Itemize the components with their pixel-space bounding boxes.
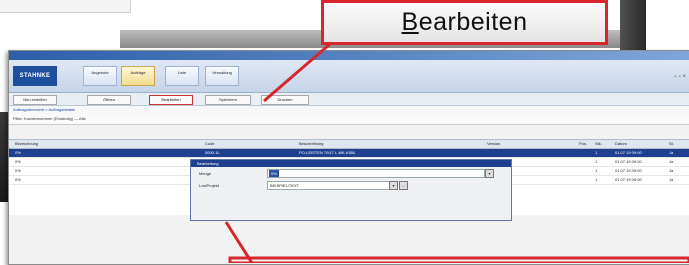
- callout-line-top: [263, 42, 331, 103]
- callout-label: Bearbeiten: [401, 8, 528, 36]
- edit-callout: Bearbeiten: [321, 0, 608, 45]
- callout-box-bottom: [228, 256, 689, 263]
